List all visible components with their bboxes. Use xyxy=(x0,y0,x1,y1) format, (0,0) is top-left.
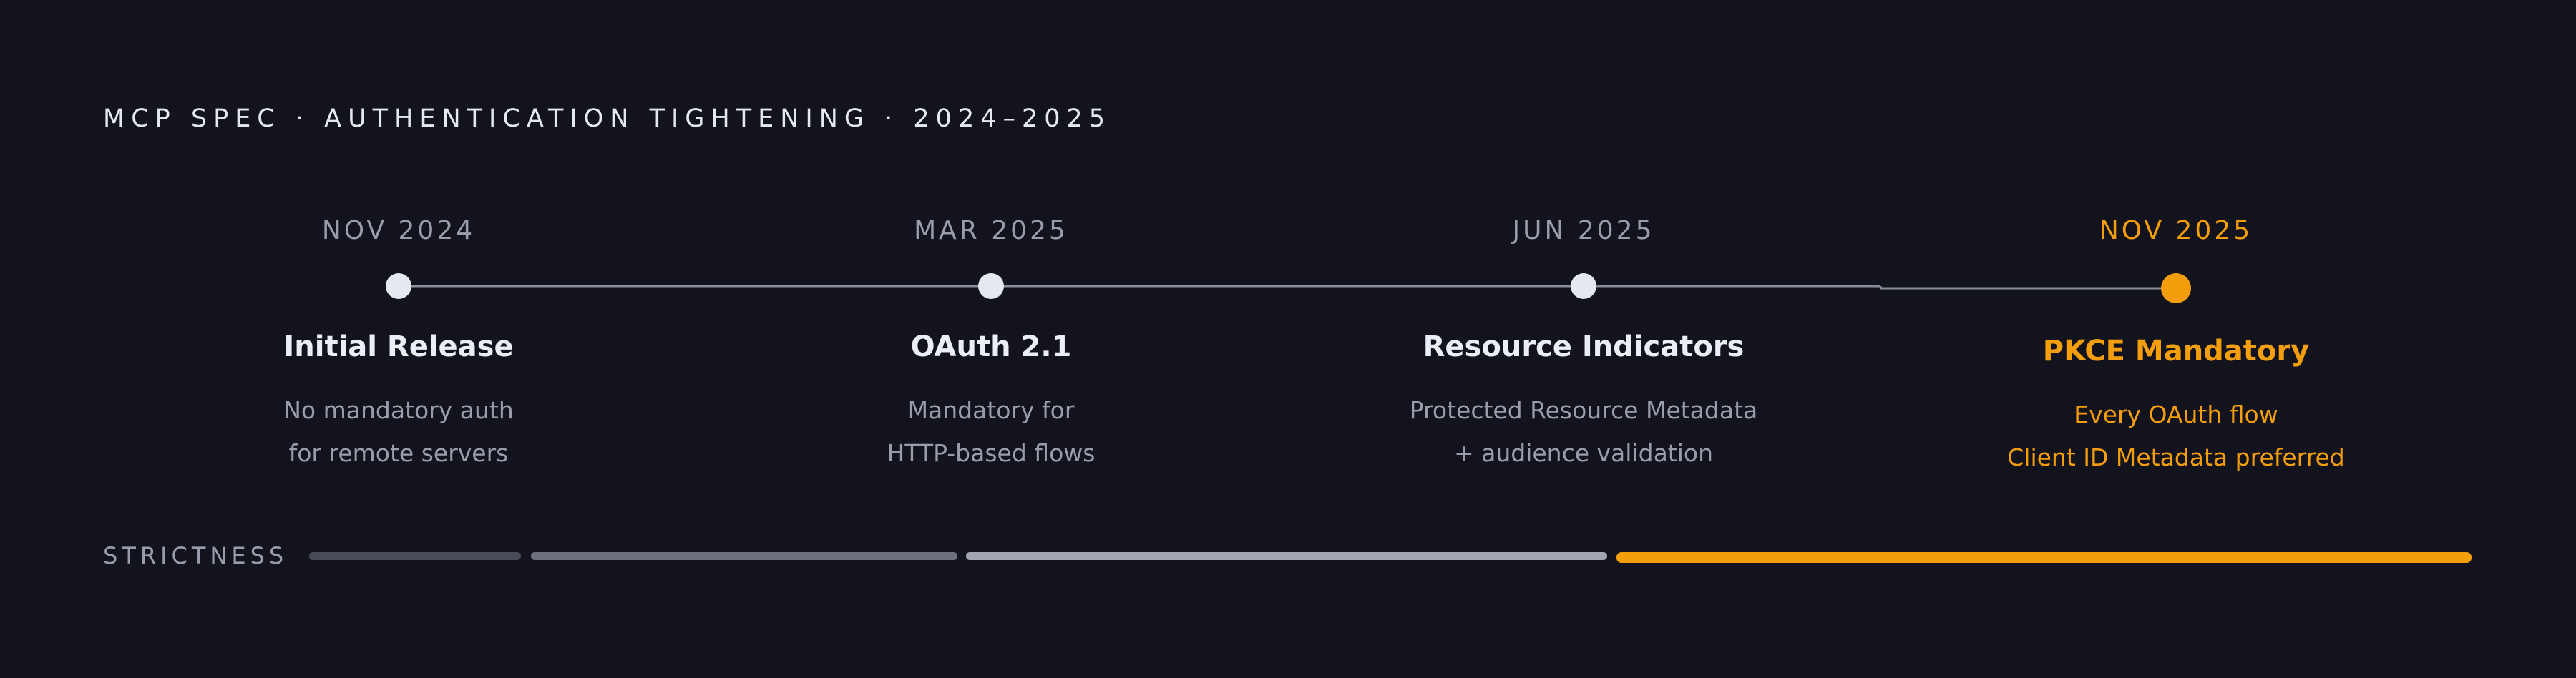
milestone-title: Initial Release xyxy=(283,330,514,363)
strictness-label: STRICTNESS xyxy=(103,542,288,569)
milestone-date: NOV 2024 xyxy=(321,216,476,245)
milestone-date: JUN 2025 xyxy=(1512,216,1655,245)
milestone-node xyxy=(978,273,1004,299)
strictness-segment-3 xyxy=(966,552,1607,560)
milestone-description: No mandatory auth for remote servers xyxy=(141,389,656,475)
milestone-description: Protected Resource Metadata + audience v… xyxy=(1326,389,1841,475)
milestone-description: Mandatory for HTTP-based flows xyxy=(733,389,1249,475)
strictness-segment-1 xyxy=(309,552,521,560)
milestone-title: PKCE Mandatory xyxy=(2042,335,2310,368)
milestone-title: Resource Indicators xyxy=(1423,330,1745,363)
milestone-node xyxy=(386,273,411,299)
milestone-description-line: HTTP-based flows xyxy=(887,439,1096,467)
milestone-node-current xyxy=(2161,273,2191,303)
milestone-description-line: for remote servers xyxy=(288,439,509,467)
timeline-canvas: MCP SPEC · AUTHENTICATION TIGHTENING · 2… xyxy=(0,0,2576,678)
strictness-segment-4 xyxy=(1616,552,2472,563)
milestone-title: OAuth 2.1 xyxy=(910,330,1072,363)
milestone-description-line: No mandatory auth xyxy=(283,396,514,424)
milestone-description-line: Protected Resource Metadata xyxy=(1409,396,1758,424)
milestone-description: Every OAuth flow Client ID Metadata pref… xyxy=(1918,393,2434,479)
milestone-description-line: Every OAuth flow xyxy=(2074,401,2278,428)
milestone-node xyxy=(1571,273,1596,299)
milestone-description-line: Mandatory for xyxy=(907,396,1075,424)
milestone-description-line: + audience validation xyxy=(1453,439,1714,467)
strictness-segment-2 xyxy=(531,552,957,560)
milestone-description-line: Client ID Metadata preferred xyxy=(2007,443,2345,471)
milestone-date: NOV 2025 xyxy=(2099,216,2253,245)
milestone-date: MAR 2025 xyxy=(914,216,1068,245)
